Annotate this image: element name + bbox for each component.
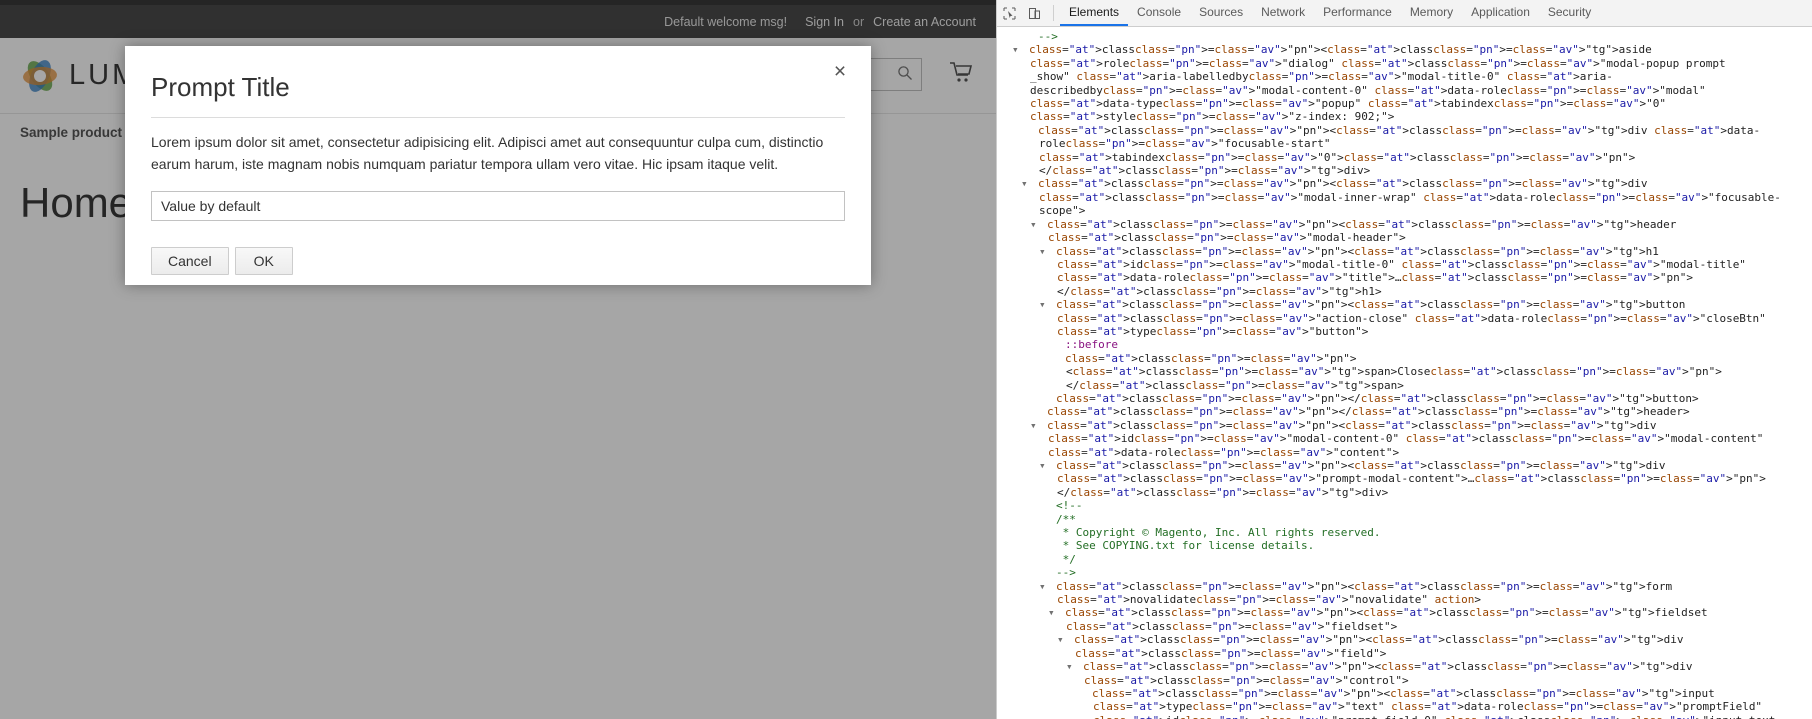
tab-sources[interactable]: Sources bbox=[1190, 0, 1252, 26]
modal-title: Prompt Title bbox=[151, 72, 845, 118]
modal-inner-wrap: × Prompt Title Lorem ipsum dolor sit ame… bbox=[125, 46, 871, 285]
dom-tree-line[interactable]: */ bbox=[997, 553, 1812, 566]
dom-tree-line[interactable]: ▾ class="at">classclass="pn">=class="av">… bbox=[997, 218, 1812, 245]
ok-button[interactable]: OK bbox=[234, 247, 293, 276]
dom-tree-line[interactable]: ::before bbox=[997, 338, 1812, 351]
dom-tree-line[interactable]: ▾ class="at">classclass="pn">=class="av">… bbox=[997, 606, 1812, 633]
devtools-panel: Elements Console Sources Network Performance… bbox=[996, 0, 1812, 719]
tab-elements[interactable]: Elements bbox=[1060, 0, 1129, 26]
dom-tree-line[interactable]: ▾ class="at">classclass="pn">=class="av">… bbox=[997, 177, 1812, 217]
elements-dom-tree[interactable]: --> ▾ class="at">classclass="pn">=class="a… bbox=[997, 27, 1812, 719]
dom-tree-line[interactable]: ▾ class="at">classclass="pn">=class="av">… bbox=[997, 298, 1812, 338]
cursor-inspect-icon[interactable] bbox=[997, 0, 1022, 26]
device-toolbar-icon[interactable] bbox=[1022, 0, 1047, 26]
dom-tree-line[interactable]: ▾ class="at">classclass="pn">=class="av">… bbox=[997, 245, 1812, 299]
browser-window: Default welcome msg! Sign In or Create a… bbox=[0, 0, 1812, 719]
dom-tree-line[interactable]: ▾ class="at">classclass="pn">=class="av">… bbox=[997, 660, 1812, 687]
dom-tree-line[interactable]: * Copyright © Magento, Inc. All rights r… bbox=[997, 526, 1812, 539]
tab-performance[interactable]: Performance bbox=[1314, 0, 1401, 26]
dom-tree-line[interactable]: ▾ class="at">classclass="pn">=class="av">… bbox=[997, 43, 1812, 123]
modal-description-text: Lorem ipsum dolor sit amet, consectetur … bbox=[151, 134, 824, 172]
tab-security[interactable]: Security bbox=[1539, 0, 1600, 26]
dom-tree-line[interactable]: /** bbox=[997, 513, 1812, 526]
dom-tree-line[interactable]: * See COPYING.txt for license details. bbox=[997, 539, 1812, 552]
dom-tree-line[interactable]: --> bbox=[997, 566, 1812, 579]
dom-tree-line[interactable]: ▾ class="at">classclass="pn">=class="av">… bbox=[997, 459, 1812, 499]
devtools-tabs: Elements Console Sources Network Performance… bbox=[1060, 0, 1600, 26]
dom-tree-line[interactable]: class="at">classclass="pn">=class="av">"… bbox=[997, 405, 1812, 418]
modal-content: Lorem ipsum dolor sit amet, consectetur … bbox=[151, 118, 845, 222]
dom-tree-line[interactable]: class="at">classclass="pn">=class="av">"… bbox=[997, 687, 1812, 719]
tab-application[interactable]: Application bbox=[1462, 0, 1539, 26]
dom-tree-line[interactable]: class="at">classclass="pn">=class="av">"… bbox=[997, 124, 1812, 178]
close-icon[interactable]: × bbox=[827, 58, 853, 84]
tab-console[interactable]: Console bbox=[1128, 0, 1190, 26]
prompt-modal: × Prompt Title Lorem ipsum dolor sit ame… bbox=[125, 46, 871, 285]
dom-tree-line[interactable]: class="at">classclass="pn">=class="av">"… bbox=[997, 352, 1812, 392]
devtools-toolbar: Elements Console Sources Network Performance… bbox=[997, 0, 1812, 27]
dom-tree-line[interactable]: <!-- bbox=[997, 499, 1812, 512]
tab-memory[interactable]: Memory bbox=[1401, 0, 1462, 26]
dom-tree-line[interactable]: ▾ class="at">classclass="pn">=class="av">… bbox=[997, 419, 1812, 459]
dom-tree-line[interactable]: class="at">classclass="pn">=class="av">"… bbox=[997, 392, 1812, 405]
dom-tree-line[interactable]: --> bbox=[997, 30, 1812, 43]
modal-footer: Cancel OK bbox=[151, 221, 845, 276]
toolbar-divider bbox=[1053, 5, 1054, 21]
dom-tree-line[interactable]: ▾ class="at">classclass="pn">=class="av">… bbox=[997, 580, 1812, 607]
prompt-field-input[interactable] bbox=[151, 191, 845, 222]
dom-tree-line[interactable]: ▾ class="at">classclass="pn">=class="av">… bbox=[997, 633, 1812, 660]
cancel-button[interactable]: Cancel bbox=[151, 247, 229, 276]
tab-network[interactable]: Network bbox=[1252, 0, 1314, 26]
